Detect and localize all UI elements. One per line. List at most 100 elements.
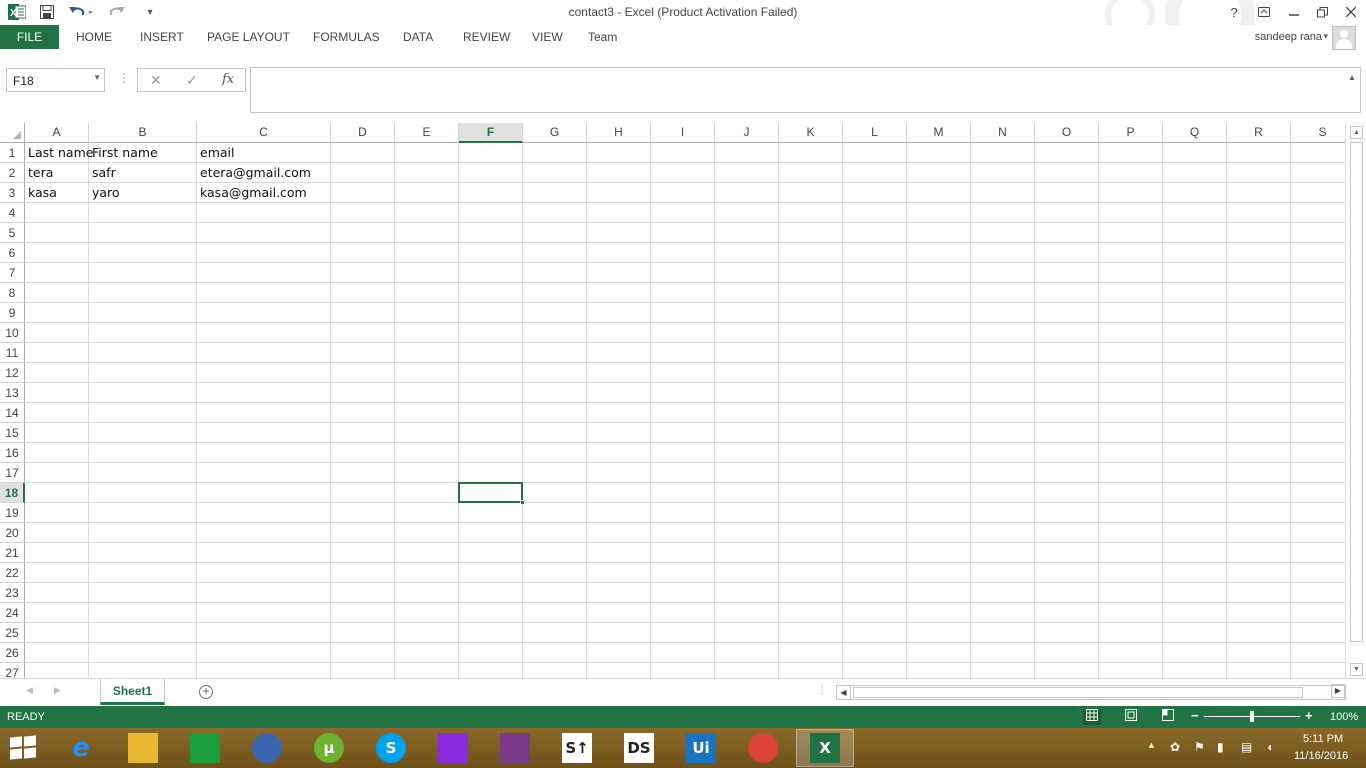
column-header-j[interactable]: J <box>715 123 779 143</box>
tab-page-layout[interactable]: PAGE LAYOUT <box>207 30 290 44</box>
row-header-26[interactable]: 26 <box>0 643 25 663</box>
cell-a1[interactable]: Last name <box>25 143 93 163</box>
row-header-23[interactable]: 23 <box>0 583 25 603</box>
tray-chevron-up-icon[interactable]: ▲ <box>1147 740 1156 750</box>
tab-review[interactable]: REVIEW <box>463 30 510 44</box>
row-header-5[interactable]: 5 <box>0 223 25 243</box>
tab-formulas[interactable]: FORMULAS <box>313 30 380 44</box>
taskbar-file-explorer[interactable] <box>114 729 172 767</box>
column-header-r[interactable]: R <box>1227 123 1291 143</box>
column-header-i[interactable]: I <box>651 123 715 143</box>
tray-network-status-icon[interactable]: ✿ <box>1170 740 1180 754</box>
row-header-27[interactable]: 27 <box>0 663 25 678</box>
taskbar-ds-app[interactable]: DS <box>610 729 668 767</box>
row-header-12[interactable]: 12 <box>0 363 25 383</box>
sheet-tab-sheet1[interactable]: Sheet1 <box>100 679 165 705</box>
taskbar-internet-explorer[interactable]: e <box>52 729 110 767</box>
column-header-l[interactable]: L <box>843 123 907 143</box>
formula-input[interactable] <box>250 67 1361 113</box>
scroll-right-icon[interactable]: ▶ <box>1331 684 1345 698</box>
taskbar-st-app[interactable]: S↑ <box>548 729 606 767</box>
restore-icon[interactable] <box>1310 2 1334 22</box>
tab-data[interactable]: DATA <box>403 30 433 44</box>
scroll-left-icon[interactable]: ◀ <box>837 686 851 699</box>
cell-c3[interactable]: kasa@gmail.com <box>197 183 331 203</box>
row-header-9[interactable]: 9 <box>0 303 25 323</box>
account-name[interactable]: sandeep rana <box>1255 31 1322 43</box>
worksheet-grid[interactable]: ABCDEFGHIJKLMNOPQRS 1 2 3 4 5 6 7 8 9 10 11 12 13 14 1… <box>0 123 1345 678</box>
tray-power-icon[interactable]: ▮ <box>1217 740 1224 754</box>
zoom-out-button[interactable]: − <box>1191 708 1199 723</box>
scroll-up-icon[interactable]: ▲ <box>1350 126 1363 139</box>
row-header-19[interactable]: 19 <box>0 503 25 523</box>
horizontal-scroll-thumb[interactable] <box>853 687 1303 698</box>
column-header-d[interactable]: D <box>331 123 395 143</box>
tab-split-grip-icon[interactable]: ⋮ <box>817 685 827 696</box>
tray-volume-icon[interactable]: ◖ <box>1266 740 1273 754</box>
tab-insert[interactable]: INSERT <box>140 30 184 44</box>
taskbar-winrar[interactable] <box>486 729 544 767</box>
active-cell[interactable] <box>458 482 523 503</box>
row-header-11[interactable]: 11 <box>0 343 25 363</box>
ribbon-display-options-icon[interactable] <box>1252 2 1276 22</box>
cell-c2[interactable]: etera@gmail.com <box>197 163 331 183</box>
row-header-24[interactable]: 24 <box>0 603 25 623</box>
taskbar-utorrent[interactable]: µ <box>300 729 358 767</box>
add-sheet-button[interactable]: + <box>199 685 213 699</box>
vertical-scrollbar[interactable]: ▲ ▼ <box>1345 123 1366 678</box>
scroll-down-icon[interactable]: ▼ <box>1350 663 1363 676</box>
taskbar-thunderbird[interactable] <box>238 729 296 767</box>
column-header-o[interactable]: O <box>1035 123 1099 143</box>
insert-function-icon[interactable]: fx <box>222 72 234 87</box>
cell-a3[interactable]: kasa <box>25 183 89 203</box>
column-header-c[interactable]: C <box>197 123 331 143</box>
cell-a2[interactable]: tera <box>25 163 89 183</box>
row-header-25[interactable]: 25 <box>0 623 25 643</box>
column-header-e[interactable]: E <box>395 123 459 143</box>
horizontal-scrollbar[interactable]: ◀ <box>836 685 1346 700</box>
tab-home[interactable]: HOME <box>76 30 112 44</box>
windows-start-icon[interactable] <box>10 735 38 760</box>
row-header-16[interactable]: 16 <box>0 443 25 463</box>
column-header-k[interactable]: K <box>779 123 843 143</box>
row-header-2[interactable]: 2 <box>0 163 25 183</box>
taskbar-excel[interactable]: X <box>796 729 854 767</box>
row-header-6[interactable]: 6 <box>0 243 25 263</box>
page-layout-view-icon[interactable] <box>1122 709 1140 725</box>
cell-area[interactable]: Last name First name email tera safr etera@gm… <box>25 143 1345 678</box>
zoom-slider-thumb[interactable] <box>1250 711 1254 722</box>
row-header-10[interactable]: 10 <box>0 323 25 343</box>
tab-team[interactable]: Team <box>588 30 617 44</box>
chevron-down-icon[interactable]: ▼ <box>93 73 101 82</box>
row-header-14[interactable]: 14 <box>0 403 25 423</box>
row-header-21[interactable]: 21 <box>0 543 25 563</box>
column-header-h[interactable]: H <box>587 123 651 143</box>
taskbar-windows-store[interactable] <box>176 729 234 767</box>
sheet-prev-icon[interactable]: ◀ <box>26 685 33 696</box>
cell-c1[interactable]: email <box>197 143 331 163</box>
formula-bar-grip[interactable]: ⋮ <box>118 71 130 85</box>
tab-file[interactable]: FILE <box>0 25 59 49</box>
tray-action-center-icon[interactable]: ⚑ <box>1194 740 1205 754</box>
column-header-f[interactable]: F <box>459 123 523 143</box>
row-header-8[interactable]: 8 <box>0 283 25 303</box>
taskbar-skype[interactable]: S <box>362 729 420 767</box>
taskbar-uipath[interactable]: Ui <box>672 729 730 767</box>
row-header-1[interactable]: 1 <box>0 143 25 163</box>
name-box[interactable]: F18 ▼ <box>6 68 105 92</box>
row-header-20[interactable]: 20 <box>0 523 25 543</box>
row-header-7[interactable]: 7 <box>0 263 25 283</box>
column-header-g[interactable]: G <box>523 123 587 143</box>
column-header-n[interactable]: N <box>971 123 1035 143</box>
cell-b1[interactable]: First name <box>89 143 197 163</box>
normal-view-icon[interactable] <box>1083 709 1101 725</box>
column-header-q[interactable]: Q <box>1163 123 1227 143</box>
row-header-18[interactable]: 18 <box>0 483 25 503</box>
column-header-b[interactable]: B <box>89 123 197 143</box>
tray-network-icon[interactable]: ▤ <box>1241 740 1252 754</box>
cancel-icon[interactable]: ✕ <box>150 72 162 89</box>
clock-date[interactable]: 11/16/2016 <box>1294 750 1348 762</box>
row-header-22[interactable]: 22 <box>0 563 25 583</box>
page-break-view-icon[interactable] <box>1159 709 1177 725</box>
fill-handle[interactable] <box>520 500 525 505</box>
